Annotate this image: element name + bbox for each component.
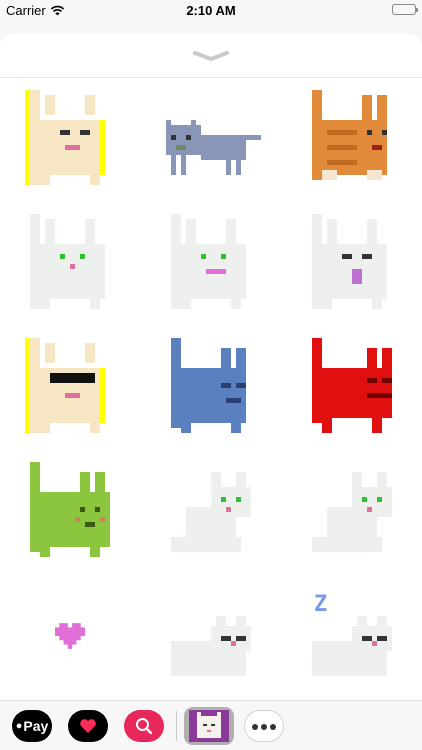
sheet-grabber[interactable] [0, 34, 422, 78]
heart-app-button[interactable] [68, 710, 108, 742]
cat-app-icon [189, 710, 229, 742]
sticker-white-cat-standing[interactable] [0, 202, 140, 326]
more-apps-button[interactable] [244, 710, 284, 742]
status-bar: Carrier 2:10 AM [0, 0, 422, 22]
apple-icon: ● [15, 720, 23, 732]
cats-app-button[interactable] [184, 707, 234, 745]
status-time: 2:10 AM [186, 3, 236, 18]
apple-pay-label: Pay [23, 718, 49, 734]
sticker-white-cat-smiling[interactable] [141, 202, 281, 326]
search-app-button[interactable] [124, 710, 164, 742]
status-right [392, 4, 418, 15]
globe-search-icon [136, 718, 153, 735]
sticker-sheet: Z [0, 22, 422, 750]
sticker-green-cat-sick[interactable] [0, 450, 140, 574]
sticker-cream-cat-happy[interactable] [0, 78, 140, 202]
heart-icon [80, 719, 96, 733]
sticker-pink-heart[interactable] [0, 574, 140, 698]
app-drawer: ● Pay [0, 700, 422, 750]
drawer-divider [176, 711, 177, 741]
chevron-down-icon[interactable] [192, 50, 230, 62]
sticker-red-cat-angry[interactable] [282, 326, 422, 450]
sticker-cream-cat-sunglasses[interactable] [0, 326, 140, 450]
sticker-panel: Z [0, 34, 422, 734]
sticker-gray-cat-walking[interactable] [141, 78, 281, 202]
sleep-z-label: Z [314, 592, 328, 617]
sticker-white-cat-sitting-2[interactable] [282, 450, 422, 574]
sticker-white-cat-sleeping-z[interactable]: Z [282, 574, 422, 698]
battery-icon [392, 4, 418, 15]
sticker-white-cat-tongue[interactable] [282, 202, 422, 326]
sticker-grid: Z [0, 78, 422, 696]
more-icon [251, 717, 278, 735]
apple-pay-button[interactable]: ● Pay [12, 710, 52, 742]
sticker-orange-tabby-cat[interactable] [282, 78, 422, 202]
sticker-blue-cat-sad[interactable] [141, 326, 281, 450]
sticker-white-cat-sitting[interactable] [141, 450, 281, 574]
sticker-white-cat-sleeping[interactable] [141, 574, 281, 698]
